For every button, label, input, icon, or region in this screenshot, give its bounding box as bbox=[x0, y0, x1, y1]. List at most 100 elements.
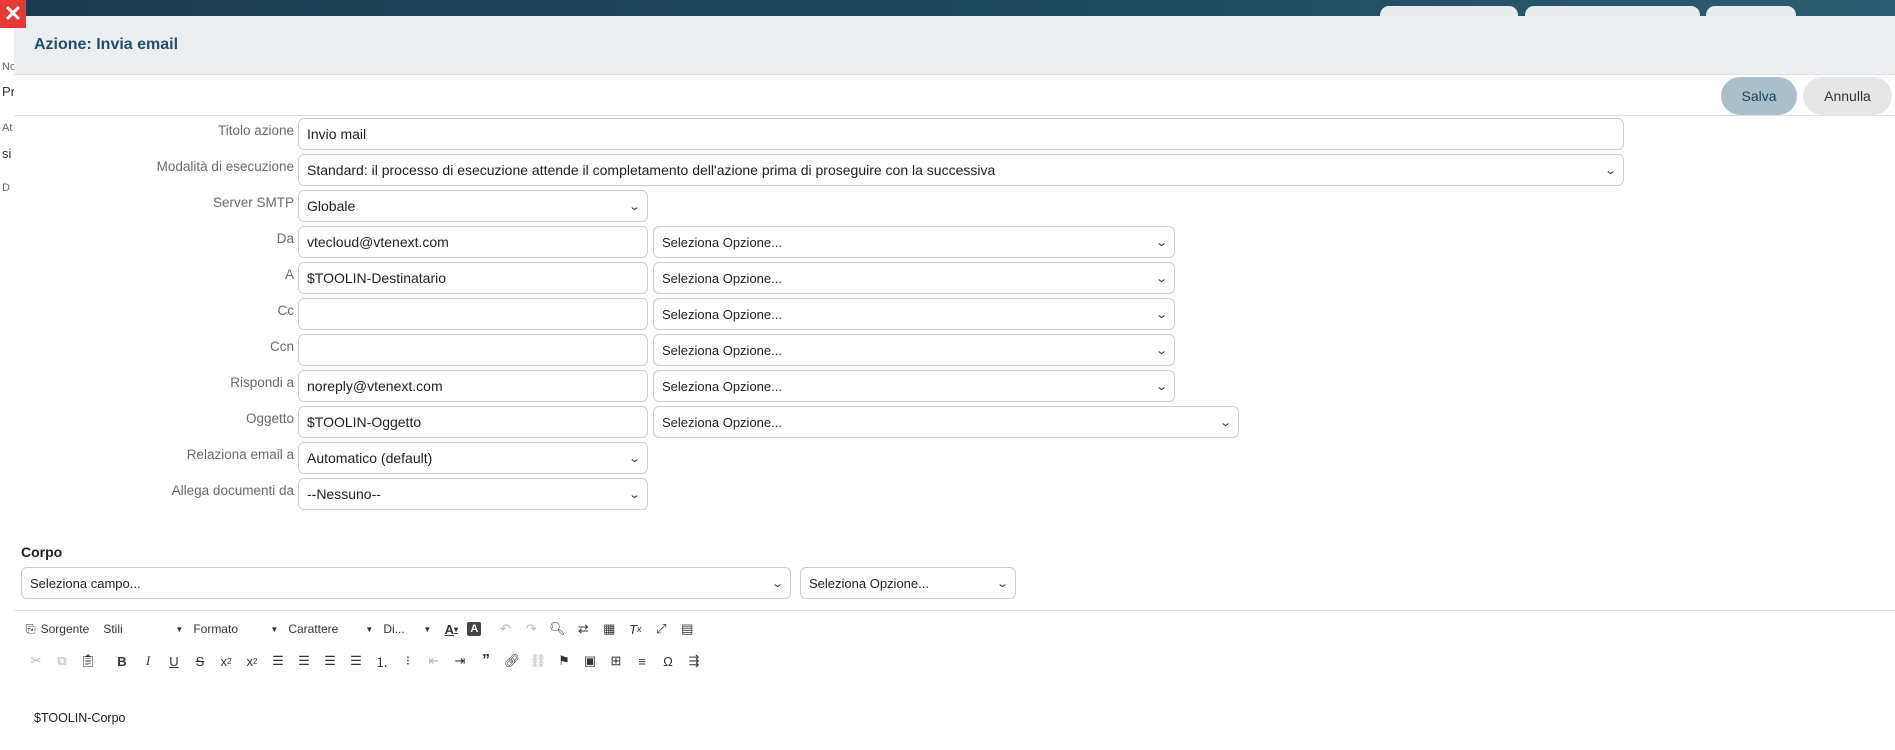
font-label: Carattere bbox=[288, 622, 339, 636]
align-left-icon[interactable]: ☰ bbox=[268, 650, 288, 672]
background-text: At bbox=[2, 122, 13, 134]
save-button[interactable]: Salva bbox=[1721, 77, 1797, 115]
format-combo[interactable]: Formato ▼ bbox=[193, 622, 278, 636]
page-break-icon[interactable]: ⇶ bbox=[684, 650, 704, 672]
styles-label: Stili bbox=[103, 622, 123, 636]
background-text: si bbox=[2, 146, 12, 161]
find-icon[interactable]: 🔍︎ bbox=[547, 618, 567, 640]
corpo-option-value: Seleziona Opzione... bbox=[809, 575, 929, 591]
titolo-input[interactable]: Invio mail bbox=[298, 118, 1624, 150]
replace-icon[interactable]: ⇄ bbox=[573, 618, 593, 640]
rispondi-option-value: Seleziona Opzione... bbox=[662, 378, 782, 394]
corpo-label: Corpo bbox=[21, 544, 63, 560]
allega-label: Allega documenti da bbox=[171, 483, 294, 498]
a-value: $TOOLIN-Destinatario bbox=[307, 270, 447, 286]
row-da: Da vtecloud@vtenext.com Seleziona Opzion… bbox=[14, 226, 1895, 258]
underline-icon[interactable]: U bbox=[164, 650, 184, 672]
numbered-list-icon[interactable]: ⒈ bbox=[372, 650, 392, 672]
ccn-input[interactable] bbox=[298, 334, 648, 366]
cc-label: Cc bbox=[277, 303, 295, 318]
unlink-icon[interactable]: ⛓ bbox=[528, 650, 548, 672]
background-text: Pr bbox=[2, 84, 14, 99]
chevron-down-icon: ⌄ bbox=[627, 488, 641, 501]
da-value: vtecloud@vtenext.com bbox=[307, 234, 449, 250]
styles-combo[interactable]: Stili ▼ bbox=[103, 622, 183, 636]
row-rispondi: Rispondi a noreply@vtenext.com Seleziona… bbox=[14, 370, 1895, 402]
allega-select[interactable]: --Nessuno-- ⌄ bbox=[298, 478, 648, 510]
cc-option-select[interactable]: Seleziona Opzione... ⌄ bbox=[653, 298, 1175, 330]
indent-icon[interactable]: ⇥ bbox=[450, 650, 470, 672]
superscript-icon[interactable]: x2 bbox=[242, 650, 262, 672]
smtp-value: Globale bbox=[307, 198, 356, 214]
text-color-icon[interactable]: A ▾ bbox=[441, 618, 461, 640]
cut-icon[interactable]: ✂ bbox=[26, 650, 46, 672]
da-input[interactable]: vtecloud@vtenext.com bbox=[298, 226, 648, 258]
cancel-button[interactable]: Annulla bbox=[1803, 77, 1892, 115]
align-center-icon[interactable]: ☰ bbox=[294, 650, 314, 672]
font-combo[interactable]: Carattere ▼ bbox=[288, 622, 373, 636]
undo-icon[interactable]: ↶ bbox=[495, 618, 515, 640]
horizontal-line-icon[interactable]: ≡ bbox=[632, 650, 652, 672]
bulleted-list-icon[interactable]: ⁝ bbox=[398, 650, 418, 672]
allega-value: --Nessuno-- bbox=[307, 486, 381, 502]
image-icon[interactable]: ▣ bbox=[580, 650, 600, 672]
strikethrough-icon[interactable]: S bbox=[190, 650, 210, 672]
italic-icon[interactable]: I bbox=[138, 650, 158, 672]
cc-input[interactable] bbox=[298, 298, 648, 330]
oggetto-label: Oggetto bbox=[245, 411, 294, 426]
link-icon[interactable]: 🔗︎ bbox=[502, 650, 522, 672]
oggetto-input[interactable]: $TOOLIN-Oggetto bbox=[298, 406, 648, 438]
corpo-field-select[interactable]: Seleziona campo... ⌄ bbox=[21, 567, 791, 599]
oggetto-option-select[interactable]: Seleziona Opzione... ⌄ bbox=[653, 406, 1239, 438]
modalita-select[interactable]: Standard: il processo di esecuzione atte… bbox=[298, 154, 1624, 186]
rispondi-option-select[interactable]: Seleziona Opzione... ⌄ bbox=[653, 370, 1175, 402]
titolo-value: Invio mail bbox=[307, 126, 367, 142]
editor-content[interactable]: $TOOLIN-Corpo bbox=[34, 711, 125, 725]
a-input[interactable]: $TOOLIN-Destinatario bbox=[298, 262, 648, 294]
table-icon[interactable]: ⊞ bbox=[606, 650, 626, 672]
editor-toolbar-row-1: ⎘ Sorgente Stili ▼ Formato ▼ Carattere ▼ Di.… bbox=[26, 617, 703, 641]
bold-icon[interactable]: B bbox=[112, 650, 132, 672]
paste-icon[interactable]: 📋︎ bbox=[78, 650, 98, 672]
background-sidebar: No Pr At si D bbox=[0, 16, 14, 750]
ccn-option-select[interactable]: Seleziona Opzione... ⌄ bbox=[653, 334, 1175, 366]
caret-down-icon: ▼ bbox=[175, 624, 184, 634]
source-button[interactable]: ⎘ Sorgente bbox=[26, 618, 89, 640]
size-label: Di... bbox=[383, 622, 405, 636]
maximize-icon[interactable]: ⤢ bbox=[651, 618, 671, 640]
background-color-icon[interactable]: A bbox=[467, 622, 482, 636]
chevron-down-icon: ⌄ bbox=[1603, 164, 1617, 177]
background-text: No bbox=[2, 61, 14, 73]
smtp-label: Server SMTP bbox=[212, 195, 294, 210]
editor-toolbar-row-2: ✂ ⧉ 📋︎ B I U S x2 x2 ☰ ☰ ☰ ☰ ⒈ ⁝ ⇤ ⇥ ” 🔗… bbox=[26, 649, 710, 673]
chevron-down-icon: ⌄ bbox=[627, 200, 641, 213]
anchor-icon[interactable]: ⚑ bbox=[554, 650, 574, 672]
redo-icon[interactable]: ↷ bbox=[521, 618, 541, 640]
rispondi-input[interactable]: noreply@vtenext.com bbox=[298, 370, 648, 402]
a-option-select[interactable]: Seleziona Opzione... ⌄ bbox=[653, 262, 1175, 294]
align-right-icon[interactable]: ☰ bbox=[320, 650, 340, 672]
chevron-down-icon: ⌄ bbox=[1154, 236, 1168, 249]
modal-title: Azione: Invia email bbox=[34, 36, 179, 53]
select-all-icon[interactable]: ▦ bbox=[599, 618, 619, 640]
subscript-icon[interactable]: x2 bbox=[216, 650, 236, 672]
ccn-option-value: Seleziona Opzione... bbox=[662, 342, 782, 358]
row-modalita: Modalità di esecuzione Standard: il proc… bbox=[14, 154, 1895, 186]
caret-down-icon: ▼ bbox=[270, 624, 279, 634]
justify-icon[interactable]: ☰ bbox=[346, 650, 366, 672]
blockquote-icon[interactable]: ” bbox=[476, 650, 496, 672]
remove-format-icon[interactable]: Tx bbox=[625, 618, 645, 640]
row-cc: Cc Seleziona Opzione... ⌄ bbox=[14, 298, 1895, 330]
show-blocks-icon[interactable]: ▤ bbox=[677, 618, 697, 640]
modalita-value: Standard: il processo di esecuzione atte… bbox=[307, 162, 996, 178]
size-combo[interactable]: Di... ▼ bbox=[383, 622, 431, 636]
close-icon[interactable]: ✕ bbox=[0, 0, 26, 28]
outdent-icon[interactable]: ⇤ bbox=[424, 650, 444, 672]
corpo-option-select[interactable]: Seleziona Opzione... ⌄ bbox=[800, 567, 1016, 599]
copy-icon[interactable]: ⧉ bbox=[52, 650, 72, 672]
relaziona-select[interactable]: Automatico (default) ⌄ bbox=[298, 442, 648, 474]
special-char-icon[interactable]: Ω bbox=[658, 650, 678, 672]
da-option-select[interactable]: Seleziona Opzione... ⌄ bbox=[653, 226, 1175, 258]
smtp-select[interactable]: Globale ⌄ bbox=[298, 190, 648, 222]
row-titolo: Titolo azione Invio mail bbox=[14, 118, 1895, 150]
